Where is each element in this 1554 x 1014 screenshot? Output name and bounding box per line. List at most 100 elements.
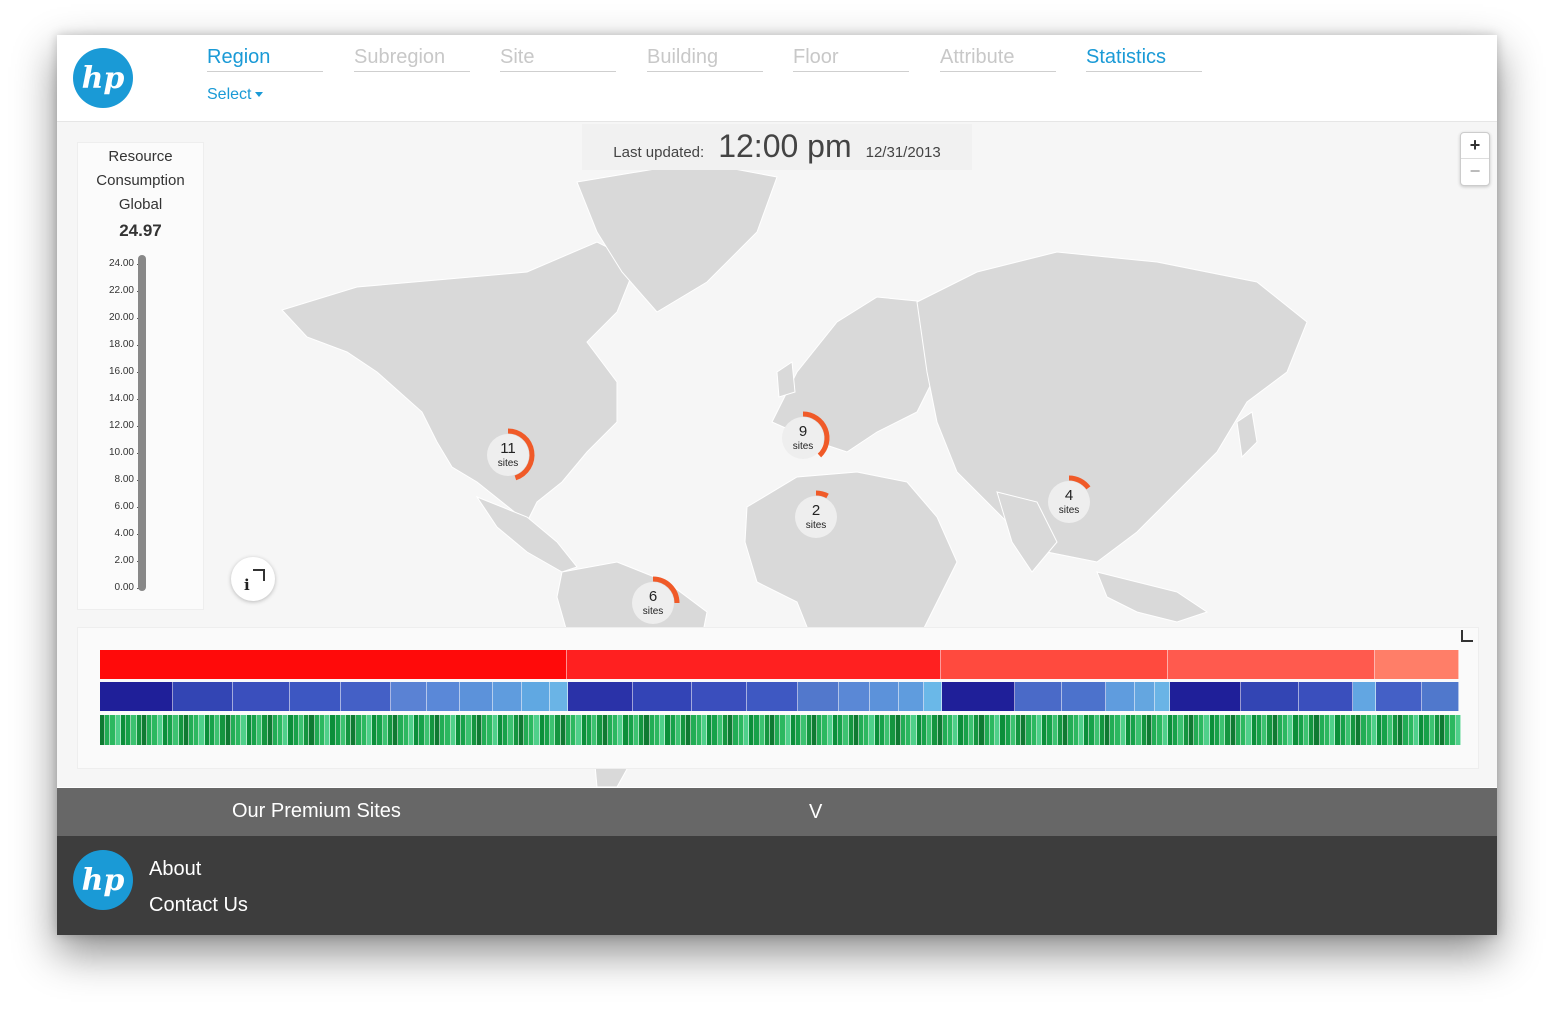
zoom-in-button[interactable]: + (1461, 133, 1489, 159)
blue-bar-segment[interactable] (492, 682, 523, 711)
tab-attribute[interactable]: Attribute (940, 45, 1056, 72)
expand-corner-icon (253, 569, 265, 581)
legend-title-line-2: Consumption (96, 172, 185, 189)
blue-bar-segment[interactable] (391, 682, 428, 711)
about-link[interactable]: About (149, 858, 201, 881)
info-button[interactable]: i (231, 557, 275, 601)
tab-site[interactable]: Site (500, 45, 616, 72)
blue-bar-segment[interactable] (550, 682, 568, 711)
tab-attribute-label: Attribute (940, 46, 1015, 68)
blue-bar-segment[interactable] (341, 682, 392, 711)
blue-bar-segment[interactable] (290, 682, 342, 711)
blue-bar-segment[interactable] (427, 682, 461, 711)
blue-bar-segment[interactable] (923, 682, 943, 711)
blue-bar-segment[interactable] (838, 682, 870, 711)
green-bar-row (100, 715, 1461, 745)
legend-tick: 18.00 (82, 339, 142, 350)
north-america-landmass (281, 241, 638, 523)
legend-tick: 8.00 (82, 474, 142, 485)
hp-logo-text: hp (81, 60, 125, 96)
legend-tick: 6.00 (82, 501, 142, 512)
last-updated-banner: Last updated: 12:00 pm 12/31/2013 (582, 124, 972, 170)
site-marker-north-america[interactable]: 11 sites (487, 428, 535, 481)
blue-bar-segment[interactable] (1169, 682, 1242, 711)
blue-bar-segment[interactable] (567, 682, 634, 711)
japan-landmass (1236, 411, 1258, 459)
tab-region[interactable]: Region (207, 45, 323, 72)
site-marker-south-america[interactable]: 6 sites (632, 576, 680, 624)
contact-us-link[interactable]: Contact Us (149, 894, 248, 917)
blue-bar-segment[interactable] (1298, 682, 1354, 711)
legend-value: 24.97 (119, 221, 162, 240)
tab-floor[interactable]: Floor (793, 45, 909, 72)
tab-subregion[interactable]: Subregion (354, 45, 470, 72)
marker-count: 2 (811, 502, 821, 519)
tab-statistics[interactable]: Statistics (1086, 45, 1202, 72)
marker-unit: sites (792, 441, 814, 452)
red-bar-segment[interactable] (100, 650, 568, 679)
footer-hp-logo[interactable]: hp (73, 850, 133, 910)
tab-subregion-label: Subregion (354, 46, 446, 68)
select-label: Select (207, 86, 252, 103)
marker-count: 9 (798, 423, 808, 440)
blue-bar-segment[interactable] (797, 682, 839, 711)
red-bar-segment[interactable] (1375, 650, 1459, 679)
blue-bar-segment[interactable] (1015, 682, 1063, 711)
blue-bar-segment[interactable] (899, 682, 924, 711)
legend-title-line-1: Resource (108, 148, 173, 165)
blue-bar-segment[interactable] (1134, 682, 1156, 711)
red-bar-segment[interactable] (1168, 650, 1376, 679)
consumption-bars-panel (77, 627, 1479, 769)
hp-logo[interactable]: hp (73, 48, 133, 108)
marker-unit: sites (805, 520, 827, 531)
blue-bar-segment[interactable] (460, 682, 493, 711)
legend-tick: 0.00 (82, 582, 142, 593)
legend-tick: 10.00 (82, 447, 142, 458)
tab-building[interactable]: Building (647, 45, 763, 72)
legend-tick: 2.00 (82, 555, 142, 566)
blue-bar-segment[interactable] (1421, 682, 1459, 711)
blue-bar-segment[interactable] (173, 682, 233, 711)
marker-count: 6 (648, 588, 658, 605)
blue-bar-segment[interactable] (522, 682, 551, 711)
blue-bar-segment[interactable] (1241, 682, 1299, 711)
blue-bar-segment[interactable] (692, 682, 747, 711)
site-marker-africa[interactable]: 2 sites (795, 490, 837, 538)
blue-bar-segment[interactable] (1375, 682, 1422, 711)
blue-bar-segment[interactable] (1062, 682, 1107, 711)
blue-bar-segment[interactable] (746, 682, 798, 711)
legend-tick: 14.00 (82, 393, 142, 404)
uk-landmass (776, 361, 796, 398)
expand-panel-icon[interactable] (1461, 630, 1473, 642)
tab-building-label: Building (647, 46, 719, 68)
blue-bar-segment[interactable] (869, 682, 900, 711)
blue-bar-segment[interactable] (1155, 682, 1170, 711)
tab-region-label: Region (207, 46, 271, 68)
legend-tick: 20.00 (82, 312, 142, 323)
blue-bar-segment[interactable] (232, 682, 291, 711)
legend-title-line-3: Global (118, 196, 163, 213)
site-marker-asia[interactable]: 4 sites (1048, 475, 1091, 523)
blue-bar-segment[interactable] (100, 682, 174, 711)
red-bar-row (100, 650, 1459, 679)
blue-bar-segment[interactable] (1106, 682, 1135, 711)
app-window: hp Region Subregion Site Building Floor … (57, 35, 1497, 935)
blue-bar-segment[interactable] (942, 682, 1016, 711)
blue-bar-segment[interactable] (633, 682, 693, 711)
legend-tick: 22.00 (82, 285, 142, 296)
last-updated-date: 12/31/2013 (865, 144, 941, 161)
blue-bar-segment[interactable] (1353, 682, 1376, 711)
tab-statistics-label: Statistics (1086, 46, 1167, 68)
red-bar-segment[interactable] (940, 650, 1169, 679)
last-updated-label: Last updated: (613, 144, 705, 161)
site-marker-europe[interactable]: 9 sites (782, 411, 830, 459)
marker-unit: sites (497, 458, 519, 469)
premium-sites-accordion[interactable]: Our Premium Sites V (57, 788, 1497, 836)
chevron-down-icon: V (809, 801, 823, 823)
tab-site-label: Site (500, 46, 535, 68)
region-select-dropdown[interactable]: Select (207, 86, 264, 104)
red-bar-segment[interactable] (567, 650, 941, 679)
legend-title: Resource Consumption Global (78, 145, 203, 217)
map-area[interactable]: Last updated: 12:00 pm 12/31/2013 + − Re… (57, 122, 1497, 787)
zoom-out-button[interactable]: − (1461, 159, 1489, 184)
